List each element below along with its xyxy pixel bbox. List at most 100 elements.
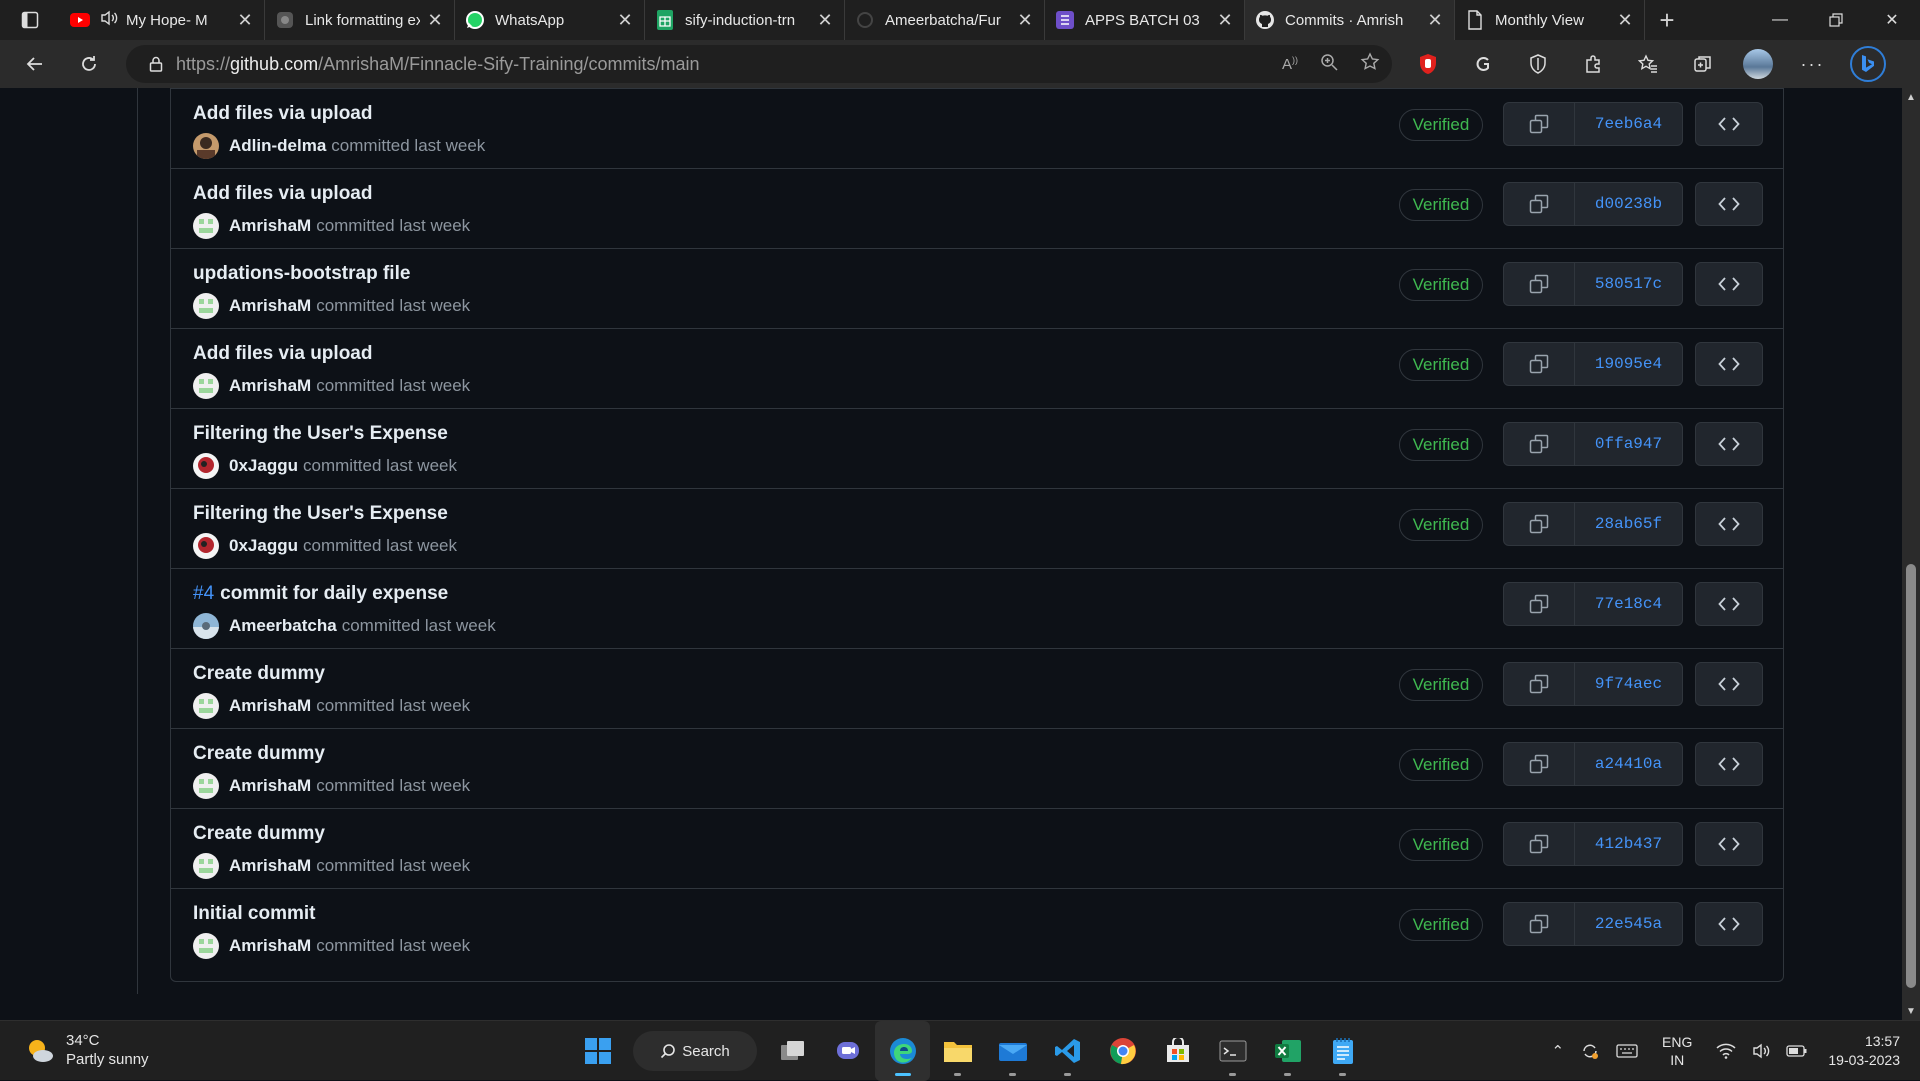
copy-sha-button[interactable] (1504, 743, 1575, 785)
wifi-icon[interactable] (1708, 1043, 1744, 1059)
commit-author[interactable]: Ameerbatcha (229, 616, 337, 636)
add-favorite-icon[interactable] (1360, 51, 1380, 77)
tab-close-icon[interactable]: ✕ (426, 10, 444, 31)
back-button[interactable] (8, 40, 62, 88)
commit-message[interactable]: updations-bootstrap file (193, 263, 410, 284)
tab-close-icon[interactable]: ✕ (816, 10, 834, 31)
grammarly-extension-icon[interactable] (1455, 40, 1510, 88)
avatar[interactable] (193, 213, 219, 239)
copy-sha-button[interactable] (1504, 583, 1575, 625)
commit-title[interactable]: Add files via upload (193, 183, 372, 205)
profile-avatar[interactable] (1730, 40, 1785, 88)
browse-repo-button[interactable] (1695, 102, 1763, 146)
browser-tab[interactable]: sify-induction-trn ✕ (645, 0, 845, 40)
copy-sha-button[interactable] (1504, 423, 1575, 465)
verified-badge[interactable]: Verified (1399, 509, 1483, 541)
verified-badge[interactable]: Verified (1399, 189, 1483, 221)
commit-sha-link[interactable]: 9f74aec (1575, 663, 1682, 705)
start-button[interactable] (570, 1021, 625, 1081)
browse-repo-button[interactable] (1695, 822, 1763, 866)
browse-repo-button[interactable] (1695, 742, 1763, 786)
avatar[interactable] (193, 293, 219, 319)
commit-author[interactable]: AmrishaM (229, 216, 311, 236)
avatar[interactable] (193, 533, 219, 559)
url-text[interactable]: https://github.com/AmrishaM/Finnacle-Sif… (176, 54, 700, 75)
commit-author[interactable]: 0xJaggu (229, 456, 298, 476)
commit-sha-link[interactable]: 0ffa947 (1575, 423, 1682, 465)
commit-title[interactable]: Filtering the User's Expense (193, 503, 448, 525)
notepad-icon[interactable] (1315, 1021, 1370, 1081)
tab-actions-icon[interactable] (0, 0, 60, 40)
language-indicator[interactable]: ENG IN (1646, 1033, 1708, 1069)
scroll-down-arrow-icon[interactable]: ▼ (1902, 1002, 1920, 1020)
commit-title[interactable]: Create dummy (193, 743, 325, 765)
avatar[interactable] (193, 933, 219, 959)
browse-repo-button[interactable] (1695, 582, 1763, 626)
commit-sha-link[interactable]: 19095e4 (1575, 343, 1682, 385)
tab-audio-icon[interactable] (100, 10, 118, 31)
browser-tab[interactable]: Commits · Amrish ✕ (1245, 0, 1455, 40)
taskbar-search[interactable]: Search (633, 1031, 757, 1071)
vscode-icon[interactable] (1040, 1021, 1095, 1081)
avatar[interactable] (193, 133, 219, 159)
more-options-icon[interactable]: ··· (1785, 40, 1840, 88)
commit-author[interactable]: AmrishaM (229, 296, 311, 316)
tab-close-icon[interactable]: ✕ (1016, 10, 1034, 31)
zoom-icon[interactable] (1320, 53, 1338, 76)
commit-author[interactable]: AmrishaM (229, 776, 311, 796)
volume-icon[interactable] (1744, 1043, 1778, 1059)
commit-title[interactable]: #4 commit for daily expense (193, 583, 448, 605)
terminal-icon[interactable] (1205, 1021, 1260, 1081)
commit-author[interactable]: AmrishaM (229, 936, 311, 956)
sync-icon[interactable] (1572, 1041, 1608, 1061)
avatar[interactable] (193, 453, 219, 479)
tab-close-icon[interactable]: ✕ (236, 10, 254, 31)
refresh-button[interactable] (62, 40, 116, 88)
commit-author[interactable]: 0xJaggu (229, 536, 298, 556)
commit-sha-link[interactable]: 77e18c4 (1575, 583, 1682, 625)
page-scrollbar[interactable]: ▲ ▼ (1902, 88, 1920, 1020)
favorites-icon[interactable] (1620, 40, 1675, 88)
commit-title[interactable]: Filtering the User's Expense (193, 423, 448, 445)
avatar[interactable] (193, 773, 219, 799)
commit-title[interactable]: Create dummy (193, 823, 325, 845)
tab-close-icon[interactable]: ✕ (1426, 10, 1444, 31)
edge-browser-icon[interactable] (875, 1021, 930, 1081)
copy-sha-button[interactable] (1504, 343, 1575, 385)
commit-title[interactable]: Create dummy (193, 663, 325, 685)
browse-repo-button[interactable] (1695, 342, 1763, 386)
browse-repo-button[interactable] (1695, 662, 1763, 706)
avatar[interactable] (193, 613, 219, 639)
commit-message[interactable]: Add files via upload (193, 103, 372, 124)
commit-message[interactable]: Create dummy (193, 663, 325, 684)
commit-title[interactable]: Initial commit (193, 903, 315, 925)
browser-tab[interactable]: WhatsApp ✕ (455, 0, 645, 40)
scroll-up-arrow-icon[interactable]: ▲ (1902, 88, 1920, 106)
commit-message[interactable]: Initial commit (193, 903, 315, 924)
new-tab-button[interactable]: + (1645, 0, 1689, 40)
commit-author[interactable]: AmrishaM (229, 376, 311, 396)
commit-message[interactable]: Create dummy (193, 743, 325, 764)
scrollbar-thumb[interactable] (1906, 564, 1916, 988)
browse-repo-button[interactable] (1695, 422, 1763, 466)
task-view-icon[interactable] (765, 1021, 820, 1081)
commit-sha-link[interactable]: 7eeb6a4 (1575, 103, 1682, 145)
copy-sha-button[interactable] (1504, 903, 1575, 945)
copy-sha-button[interactable] (1504, 103, 1575, 145)
copy-sha-button[interactable] (1504, 663, 1575, 705)
commit-message[interactable]: Create dummy (193, 823, 325, 844)
commit-sha-link[interactable]: 412b437 (1575, 823, 1682, 865)
tab-close-icon[interactable]: ✕ (1616, 10, 1634, 31)
commit-message[interactable]: Filtering the User's Expense (193, 423, 448, 444)
excel-icon[interactable] (1260, 1021, 1315, 1081)
commit-sha-link[interactable]: 28ab65f (1575, 503, 1682, 545)
clock[interactable]: 13:57 19-03-2023 (1816, 1032, 1920, 1070)
copy-sha-button[interactable] (1504, 263, 1575, 305)
verified-badge[interactable]: Verified (1399, 749, 1483, 781)
commit-message[interactable]: Filtering the User's Expense (193, 503, 448, 524)
browser-tab[interactable]: Monthly View ✕ (1455, 0, 1645, 40)
battery-icon[interactable] (1778, 1044, 1816, 1058)
microsoft-store-icon[interactable] (1150, 1021, 1205, 1081)
keyboard-icon[interactable] (1608, 1043, 1646, 1059)
avatar[interactable] (193, 853, 219, 879)
